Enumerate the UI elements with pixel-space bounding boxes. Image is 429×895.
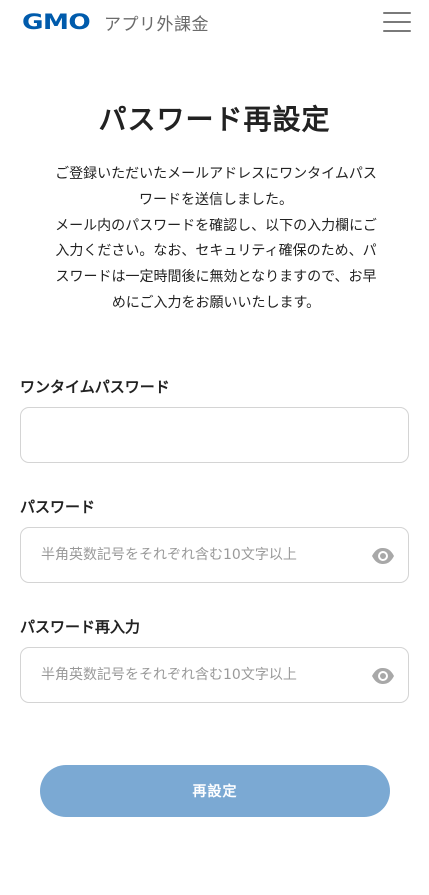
instruction-line: スワードは一定時間後に無効となりますので、お早: [55, 269, 377, 286]
password-field: [20, 527, 409, 583]
page-title: パスワード再設定: [98, 103, 331, 136]
reset-password-button[interactable]: 再設定: [40, 765, 390, 817]
instruction-text: ご登録いただいたメールアドレスにワンタイムパス ワードを送信しました。 メール内…: [22, 162, 410, 317]
logo-brand: GMO: [22, 10, 91, 34]
instruction-line: ご登録いただいたメールアドレスにワンタイムパス: [55, 166, 377, 182]
instruction-line: ワードを送信しました。: [139, 191, 293, 208]
one-time-password-input[interactable]: [21, 408, 408, 462]
logo-service-name: アプリ外課金: [104, 14, 209, 35]
menu-bar: [383, 21, 411, 23]
logo[interactable]: GMO アプリ外課金: [22, 9, 209, 35]
eye-icon[interactable]: [371, 665, 395, 687]
app-header: GMO アプリ外課金: [0, 0, 429, 46]
hamburger-menu-icon[interactable]: [383, 11, 411, 33]
password-confirm-label: パスワード再入力: [20, 618, 141, 636]
password-confirm-field: [20, 647, 409, 703]
password-confirm-input[interactable]: [21, 648, 408, 702]
password-label: パスワード: [20, 498, 96, 516]
instruction-line: メール内のパスワードを確認し、以下の入力欄にご: [55, 217, 377, 234]
instruction-line: めにご入力をお願いいたします。: [111, 294, 321, 311]
one-time-password-label: ワンタイムパスワード: [20, 378, 170, 396]
password-input[interactable]: [21, 528, 408, 582]
one-time-password-field: [20, 407, 409, 463]
menu-bar: [383, 30, 411, 32]
instruction-line: 入力ください。なお、セキュリティ確保のため、パ: [55, 243, 377, 260]
eye-icon[interactable]: [371, 545, 395, 567]
menu-bar: [383, 12, 411, 14]
